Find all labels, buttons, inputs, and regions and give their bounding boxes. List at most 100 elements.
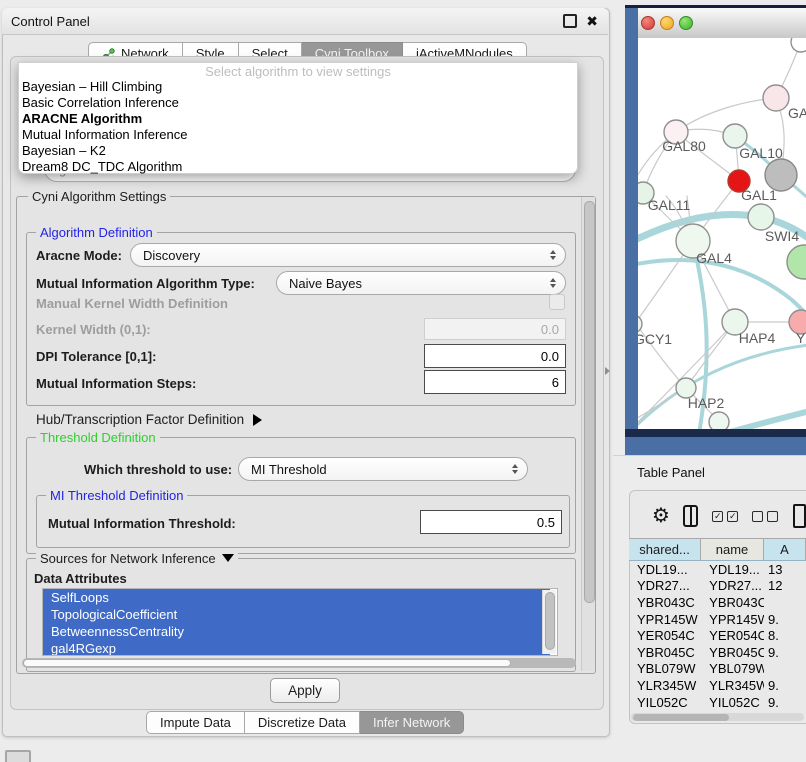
checked-box-icon: ✓ <box>727 511 738 522</box>
network-view-canvas[interactable]: GALGAL80GAL10GAL1GAL11SWI4GAL4GCY1HAP4YH… <box>638 38 806 429</box>
splitter-handle-icon[interactable] <box>605 367 610 375</box>
sources-legend[interactable]: Sources for Network Inference <box>36 552 238 565</box>
float-window-icon[interactable] <box>563 14 577 28</box>
manual-kernel-checkbox[interactable] <box>549 294 565 310</box>
data-attributes-list[interactable]: SelfLoopsTopologicalCoefficientBetweenne… <box>42 588 558 656</box>
column-header-a[interactable]: A <box>764 538 806 561</box>
zoom-traffic-light[interactable] <box>679 16 693 30</box>
network-node-label: GAL <box>788 105 806 121</box>
collapsed-panel-icon[interactable] <box>5 750 31 762</box>
algorithm-option-dream8-dc-tdc-algorithm[interactable]: Dream8 DC_TDC Algorithm <box>19 159 577 175</box>
mi-type-combo[interactable]: Naive Bayes <box>276 271 566 295</box>
table-cell: YDR27... <box>701 578 764 593</box>
table-cell: YPR145W <box>701 612 764 627</box>
minimize-traffic-light[interactable] <box>660 16 674 30</box>
kernel-width-field[interactable]: 0.0 <box>424 318 566 340</box>
settings-vertical-scrollbar[interactable] <box>581 197 595 671</box>
table-cell: YBL079W <box>629 661 701 676</box>
network-node-gal[interactable] <box>763 85 789 111</box>
which-threshold-value: MI Threshold <box>251 462 327 477</box>
table-row[interactable]: YPR145WYPR145W9. <box>629 611 806 628</box>
table-cell: 9. <box>764 678 806 693</box>
attribute-item-selfloops[interactable]: SelfLoops <box>43 589 550 606</box>
settings-horizontal-scrollbar[interactable] <box>22 658 576 668</box>
table-row[interactable]: YDR27...YDR27...12 <box>629 578 806 595</box>
unchecked-box-icon <box>752 511 763 522</box>
table-cell: 8. <box>764 628 806 643</box>
table-row[interactable]: YBL079WYBL079W <box>629 661 806 678</box>
hub-definition-label: Hub/Transcription Factor Definition <box>36 412 244 427</box>
table-cell: YIL052C <box>629 695 701 710</box>
algorithm-option-bayesian-k2[interactable]: Bayesian – K2 <box>19 143 577 159</box>
attribute-item-betweennesscentrality[interactable]: BetweennessCentrality <box>43 623 550 640</box>
table-row[interactable]: YER054CYER054C8. <box>629 627 806 644</box>
dpi-tolerance-field[interactable]: 0.0 <box>424 344 566 368</box>
network-node-label: GAL10 <box>739 145 783 161</box>
scrollbar-thumb[interactable] <box>584 201 595 603</box>
new-table-icon[interactable] <box>793 504 806 528</box>
which-threshold-label: Which threshold to use: <box>84 462 232 477</box>
scrollbar-thumb[interactable] <box>633 714 729 721</box>
table-cell: YBR045C <box>701 645 764 660</box>
dropdown-items-holder: Bayesian – Hill ClimbingBasic Correlatio… <box>19 79 577 175</box>
algorithm-option-aracne-algorithm[interactable]: ARACNE Algorithm <box>19 111 577 127</box>
network-node[interactable] <box>709 412 729 429</box>
close-traffic-light[interactable] <box>641 16 655 30</box>
algorithm-option-basic-correlation-inference[interactable]: Basic Correlation Inference <box>19 95 577 111</box>
network-edge <box>676 98 776 132</box>
mi-steps-field[interactable]: 6 <box>424 370 566 394</box>
select-all-icon[interactable]: ✓ ✓ <box>712 511 738 522</box>
network-node-label: Y <box>796 330 806 346</box>
control-panel-titlebar: Control Panel ✖ <box>2 8 608 35</box>
network-node-label: SWI4 <box>765 228 799 244</box>
table-horizontal-scrollbar[interactable] <box>631 713 804 721</box>
aracne-mode-value: Discovery <box>143 248 200 263</box>
network-edge <box>638 260 806 327</box>
hub-definition-expander[interactable]: Hub/Transcription Factor Definition <box>36 412 262 427</box>
table-cell: YDL19... <box>701 562 764 577</box>
mi-threshold-field[interactable]: 0.5 <box>420 510 562 534</box>
column-header-name[interactable]: name <box>701 538 764 561</box>
scrollbar-thumb[interactable] <box>545 592 555 650</box>
table-row[interactable]: YBR045CYBR045C9. <box>629 644 806 661</box>
table-cell: YLR345W <box>701 678 764 693</box>
attr-list-scrollbar[interactable] <box>542 590 556 654</box>
aracne-mode-combo[interactable]: Discovery <box>130 243 566 267</box>
gear-icon[interactable]: ⚙ <box>652 506 670 526</box>
which-threshold-combo[interactable]: MI Threshold <box>238 457 528 481</box>
data-attributes-label: Data Attributes <box>34 571 127 586</box>
table-header-row: shared...nameA <box>629 538 806 561</box>
network-node[interactable] <box>791 38 806 52</box>
cyni-settings-legend: Cyni Algorithm Settings <box>28 190 170 203</box>
algorithm-option-bayesian-hill-climbing[interactable]: Bayesian – Hill Climbing <box>19 79 577 95</box>
aracne-mode-label: Aracne Mode: <box>36 248 122 263</box>
network-node-swi4[interactable] <box>748 204 774 230</box>
tab-discretize-data[interactable]: Discretize Data <box>245 711 360 734</box>
attribute-item-gal4rgexp[interactable]: gal4RGexp <box>43 640 550 656</box>
table-cell: YBL079W <box>701 661 764 676</box>
table-row[interactable]: YBR043CYBR043C <box>629 594 806 611</box>
close-icon[interactable]: ✖ <box>586 15 598 27</box>
algorithm-definition-legend: Algorithm Definition <box>36 226 157 239</box>
bottom-tab-row: Impute DataDiscretize DataInfer Network <box>146 711 464 733</box>
node-table: shared...nameA YDL19...YDL19...13YDR27..… <box>629 538 806 710</box>
kernel-width-value: 0.0 <box>541 322 559 337</box>
algorithm-option-mutual-information-inference[interactable]: Mutual Information Inference <box>19 127 577 143</box>
tab-impute-data[interactable]: Impute Data <box>146 711 245 734</box>
table-row[interactable]: YLR345WYLR345W9. <box>629 677 806 694</box>
dpi-tolerance-value: 0.0 <box>541 349 559 364</box>
column-header-shared[interactable]: shared... <box>629 538 701 561</box>
split-columns-icon[interactable] <box>683 505 698 527</box>
table-cell: YBR045C <box>629 645 701 660</box>
dpi-tolerance-label: DPI Tolerance [0,1]: <box>36 349 156 364</box>
deselect-all-icon[interactable] <box>752 511 778 522</box>
table-row[interactable]: YIL052CYIL052C9. <box>629 694 806 711</box>
attribute-item-topologicalcoefficient[interactable]: TopologicalCoefficient <box>43 606 550 623</box>
table-cell: 9. <box>764 695 806 710</box>
apply-button[interactable]: Apply <box>270 678 340 703</box>
scrollbar-thumb[interactable] <box>23 659 511 667</box>
tab-infer-network[interactable]: Infer Network <box>360 711 464 734</box>
table-row[interactable]: YDL19...YDL19...13 <box>629 561 806 578</box>
network-node[interactable] <box>787 245 806 279</box>
checked-box-icon: ✓ <box>712 511 723 522</box>
